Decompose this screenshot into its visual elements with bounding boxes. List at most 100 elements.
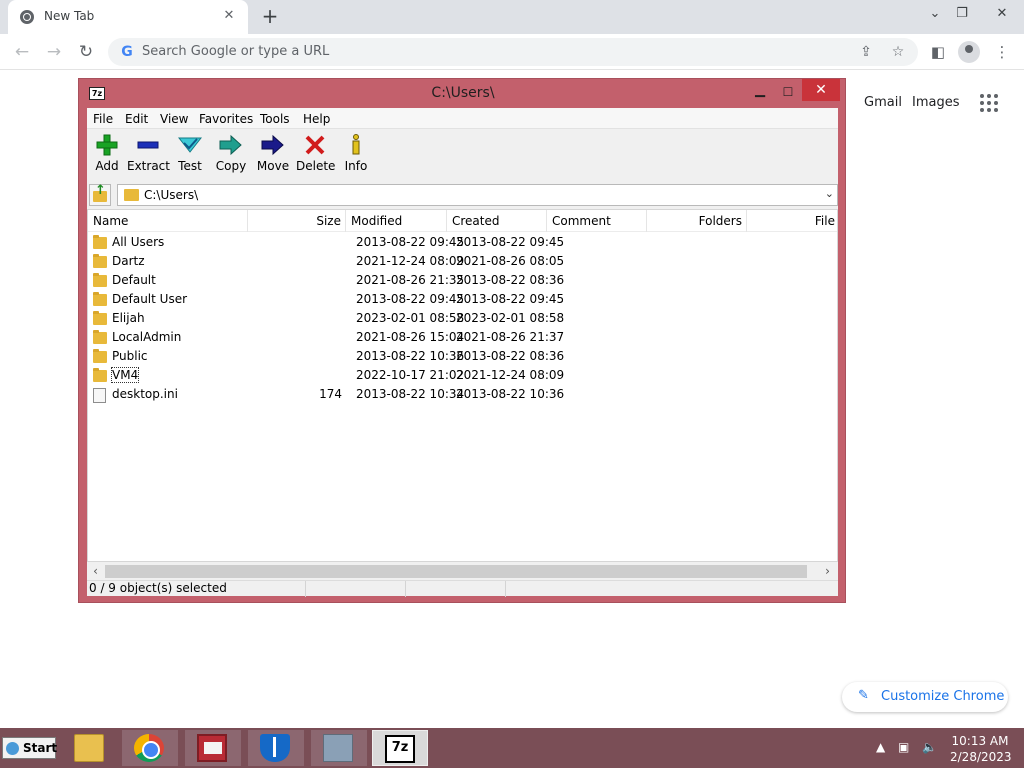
taskbar-item-security[interactable] — [248, 730, 304, 766]
clock[interactable]: 10:13 AM 2/28/2023 — [950, 733, 1012, 765]
gmail-link[interactable]: Gmail — [864, 95, 902, 110]
close-icon[interactable]: ✕ — [802, 79, 840, 101]
move-button[interactable]: Move — [255, 134, 291, 178]
menu-edit[interactable]: Edit — [125, 112, 148, 126]
profile-icon[interactable] — [958, 41, 980, 63]
folder-icon — [93, 235, 107, 249]
row-name: VM4 — [110, 367, 140, 383]
status-divider — [505, 581, 506, 597]
column-name[interactable]: Name — [88, 210, 248, 232]
star-icon[interactable]: ☆ — [888, 42, 908, 62]
horizontal-scrollbar[interactable]: ‹ › — [87, 563, 838, 580]
tab-new-tab[interactable]: New Tab ✕ — [8, 0, 248, 34]
table-row[interactable]: Default 2021-08-26 21:35 2013-08-22 08:3… — [88, 271, 837, 290]
close-icon[interactable]: ✕ — [991, 3, 1013, 25]
table-row[interactable]: Default User 2013-08-22 09:45 2013-08-22… — [88, 290, 837, 309]
taskbar-item-news[interactable] — [185, 730, 241, 766]
settings-file-icon — [93, 388, 106, 403]
status-divider — [405, 581, 406, 597]
chevron-down-icon[interactable]: ⌄ — [924, 3, 946, 25]
table-row[interactable]: All Users 2013-08-22 09:45 2013-08-22 09… — [88, 233, 837, 252]
test-button[interactable]: Test — [173, 134, 207, 178]
clock-time: 10:13 AM — [951, 734, 1009, 748]
restore-icon[interactable]: ❐ — [951, 3, 973, 25]
side-panel-icon[interactable]: ◧ — [926, 40, 950, 64]
apps-grid-icon[interactable] — [980, 94, 1000, 114]
chrome-icon — [134, 734, 164, 762]
info-button[interactable]: Info — [341, 134, 371, 178]
google-g-icon: G — [121, 44, 133, 60]
menu-favorites[interactable]: Favorites — [199, 112, 253, 126]
row-created: 2013-08-22 10:36 — [456, 387, 565, 401]
row-size: 174 — [319, 387, 342, 401]
copy-button[interactable]: Copy — [213, 134, 249, 178]
start-button[interactable]: Start — [2, 737, 57, 759]
column-created[interactable]: Created — [447, 210, 547, 232]
column-comment[interactable]: Comment — [547, 210, 647, 232]
extract-button[interactable]: Extract — [127, 134, 170, 178]
omnibox-placeholder[interactable]: Search Google or type a URL — [142, 44, 329, 59]
table-row[interactable]: Public 2013-08-22 10:36 2013-08-22 08:36 — [88, 347, 837, 366]
row-modified: 2021-08-26 15:04 — [356, 330, 465, 344]
plus-icon[interactable]: + — [259, 5, 281, 27]
volume-icon[interactable]: 🔈 — [922, 740, 937, 754]
customize-chrome-button[interactable]: ✎ Customize Chrome — [842, 682, 1008, 712]
delete-label: Delete — [296, 159, 336, 173]
menu-tools[interactable]: Tools — [260, 112, 290, 126]
reload-icon[interactable]: ↻ — [74, 40, 98, 64]
scrollbar-thumb[interactable] — [105, 565, 807, 578]
clock-date: 2/28/2023 — [950, 750, 1012, 764]
table-row[interactable]: Elijah 2023-02-01 08:58 2023-02-01 08:58 — [88, 309, 837, 328]
add-button[interactable]: Add — [91, 134, 123, 178]
menu-help[interactable]: Help — [303, 112, 330, 126]
kebab-menu-icon[interactable]: ⋮ — [990, 40, 1014, 64]
table-row[interactable]: LocalAdmin 2021-08-26 15:04 2021-08-26 2… — [88, 328, 837, 347]
row-created: 2013-08-22 09:45 — [456, 235, 565, 249]
share-icon[interactable]: ⇪ — [856, 42, 876, 62]
table-row[interactable]: desktop.ini 174 2013-08-22 10:34 2013-08… — [88, 385, 837, 404]
network-icon[interactable]: ▣ — [898, 740, 909, 754]
column-folders[interactable]: Folders — [647, 210, 747, 232]
menu-view[interactable]: View — [160, 112, 188, 126]
taskbar-item-monitor[interactable] — [311, 730, 367, 766]
images-link[interactable]: Images — [912, 95, 960, 110]
delete-icon — [305, 135, 325, 155]
resource-monitor-icon — [323, 734, 353, 762]
tab-title: New Tab — [44, 9, 95, 23]
window-title: C:\Users\ — [431, 85, 495, 101]
copy-label: Copy — [215, 159, 247, 173]
column-files[interactable]: File — [747, 210, 837, 232]
table-row[interactable]: Dartz 2021-12-24 08:09 2021-08-26 08:05 — [88, 252, 837, 271]
taskbar-item-explorer[interactable] — [62, 730, 118, 766]
column-modified[interactable]: Modified — [346, 210, 447, 232]
extract-label: Extract — [127, 159, 170, 173]
menu-file[interactable]: File — [93, 112, 113, 126]
delete-button[interactable]: Delete — [296, 134, 336, 178]
folder-icon — [93, 292, 107, 306]
chevron-up-icon[interactable]: ▲ — [876, 740, 885, 754]
column-size[interactable]: Size — [248, 210, 346, 232]
close-icon[interactable]: ✕ — [220, 7, 238, 25]
forward-icon[interactable]: → — [42, 40, 66, 64]
move-icon — [261, 134, 284, 156]
path-combobox[interactable]: C:\Users\ ⌄ — [117, 184, 838, 206]
row-name: Public — [112, 349, 148, 363]
maximize-icon[interactable]: ☐ — [774, 82, 802, 102]
chevron-left-icon[interactable]: ‹ — [87, 563, 104, 580]
path-text[interactable]: C:\Users\ — [144, 188, 198, 202]
up-folder-icon[interactable] — [89, 183, 111, 206]
table-row[interactable]: VM4 2022-10-17 21:02 2021-12-24 08:09 — [88, 366, 837, 385]
chevron-right-icon[interactable]: › — [819, 563, 836, 580]
taskbar-item-7zip[interactable]: 7z — [372, 730, 428, 766]
taskbar-item-chrome[interactable] — [122, 730, 178, 766]
omnibox[interactable]: G Search Google or type a URL ⇪ ☆ — [108, 38, 918, 66]
back-icon[interactable]: ← — [10, 40, 34, 64]
row-modified: 2021-08-26 21:35 — [356, 273, 465, 287]
7zip-client: File Edit View Favorites Tools Help Add … — [87, 108, 838, 597]
row-created: 2021-08-26 08:05 — [456, 254, 565, 268]
minimize-icon[interactable]: ▁ — [746, 82, 774, 102]
file-list[interactable]: Name Size Modified Created Comment Folde… — [87, 209, 838, 562]
7zip-toolbar: Add Extract Test Copy Move Delete Info — [87, 130, 838, 180]
folder-icon — [93, 311, 107, 325]
chevron-down-icon[interactable]: ⌄ — [825, 187, 834, 200]
